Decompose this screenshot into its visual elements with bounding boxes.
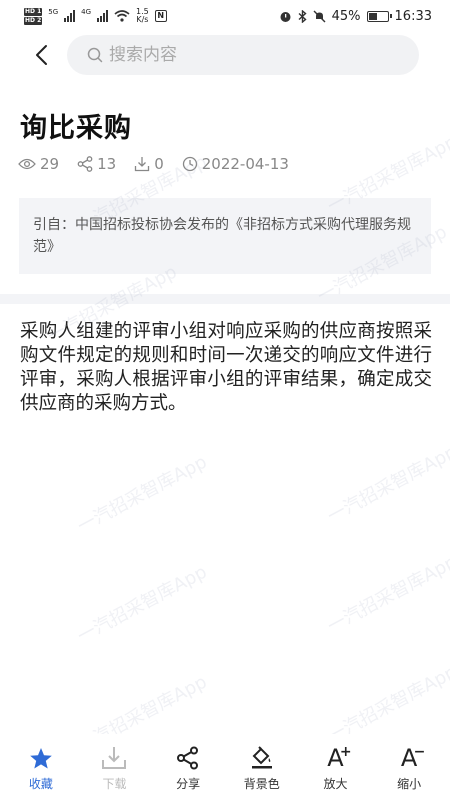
download-icon [135,157,150,172]
signal-icon-1 [64,10,76,22]
zoom-out-button[interactable]: A − 缩小 [378,742,440,792]
network-type-2: 4G [81,7,92,16]
shares-stat: 13 [77,155,116,173]
share-button[interactable]: 分享 [157,742,219,792]
views-stat: 29 [18,155,59,173]
hd2-badge: HD 2 [24,16,43,25]
hd1-badge: HD 1 [24,7,43,16]
font-increase-icon: A + [327,744,352,772]
favorite-button[interactable]: 收藏 [10,742,72,792]
zoom-in-label: 放大 [323,777,348,791]
download-label: 下载 [102,777,127,791]
section-divider [0,294,450,304]
watermark: 一汽招采智库App [324,551,450,638]
views-count: 29 [40,155,60,173]
zoom-out-label: 缩小 [397,777,422,791]
share-icon [177,746,199,770]
network-speed: 1.5 K/s [136,8,149,24]
search-icon [87,47,103,63]
nfc-icon: N [154,10,167,22]
alarm-icon [280,11,291,22]
paint-bucket-icon [251,746,272,769]
watermark: 一汽招采智库App [74,561,211,648]
top-bar [0,32,450,78]
download-button[interactable]: 下载 [83,742,145,792]
hd-indicator: HD 1 HD 2 [24,7,43,25]
publish-date: 2022-04-13 [201,155,289,173]
background-color-button[interactable]: 背景色 [231,742,293,792]
battery-percent: 45% [331,8,361,24]
back-button[interactable] [30,44,52,66]
status-bar: HD 1 HD 2 5G 4G 1.5 K/s N 45% 16:33 [0,0,450,32]
zoom-in-button[interactable]: A + 放大 [304,742,366,792]
share-icon [77,156,93,172]
bluetooth-icon [298,9,307,23]
article-body: 采购人组建的评审小组对响应采购的供应商按照采购文件规定的规则和时间一次递交的响应… [20,321,432,414]
page-title: 询比采购 [20,113,132,144]
network-type-1: 5G [48,7,59,16]
article-meta: 29 13 0 2022-04-13 [18,155,307,173]
search-bar[interactable] [67,35,419,75]
downloads-stat: 0 [134,155,164,173]
citation-box: 引自：中国招标投标协会发布的《非招标方式采购代理服务规范》 [19,198,431,274]
chevron-left-icon [36,45,47,65]
font-decrease-icon: A − [400,744,426,772]
search-input[interactable] [109,45,389,65]
eye-icon [18,158,36,170]
favorite-label: 收藏 [28,777,53,791]
speed-unit: K/s [136,15,149,24]
download-icon [102,747,127,769]
status-right: 45% 16:33 [279,9,432,24]
clock: 16:33 [394,8,432,24]
signal-icon-2 [97,10,109,22]
battery-icon [366,10,392,22]
star-icon [30,748,52,769]
wifi-icon [114,10,130,22]
bottom-toolbar: 收藏 下载 分享 背景色 A + 放大 A − 缩小 [0,734,450,800]
background-color-label: 背景色 [243,777,280,791]
watermark: 一汽招采智库App [74,451,211,538]
share-label: 分享 [176,777,201,791]
status-left: HD 1 HD 2 5G 4G 1.5 K/s N [24,7,167,25]
shares-count: 13 [97,155,117,173]
downloads-count: 0 [154,155,164,173]
mute-icon [313,10,326,22]
watermark: 一汽招采智库App [324,441,450,528]
clock-icon [182,156,197,172]
date-stat: 2022-04-13 [182,155,289,173]
